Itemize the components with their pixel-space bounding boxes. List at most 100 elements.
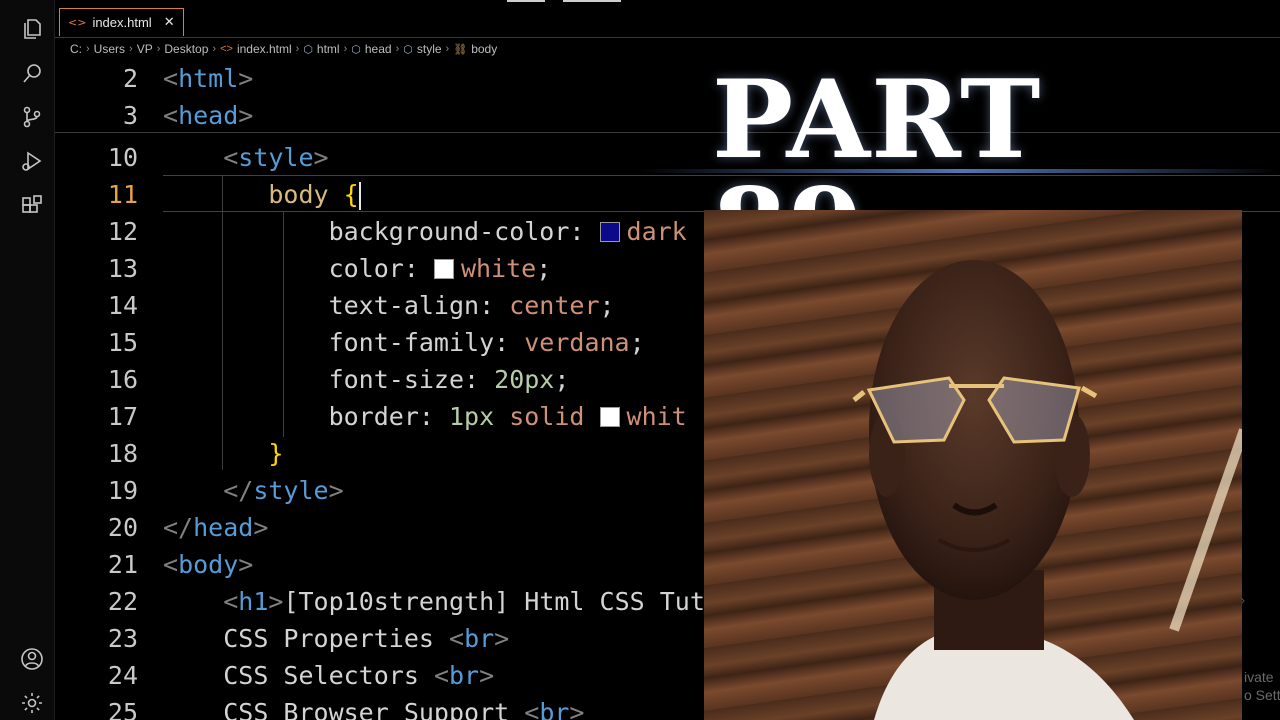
line-number: 2 (122, 64, 138, 93)
chevron-right-icon[interactable]: › (1240, 593, 1246, 609)
color-swatch[interactable] (599, 407, 620, 427)
code-text: <body> (163, 550, 253, 579)
chevron-right-icon: › (86, 43, 90, 55)
code-token: > (238, 101, 254, 130)
code-token: ; (599, 291, 615, 320)
code-text: font-family: verdana; (163, 328, 645, 357)
run-debug-icon[interactable] (19, 148, 45, 174)
tab-index-html[interactable]: <> index.html ✕ (59, 8, 184, 36)
search-icon[interactable] (19, 60, 45, 86)
code-text: <h1>[Top10strength] Html CSS Tut (163, 587, 705, 616)
tab-label: index.html (92, 15, 152, 30)
breadcrumb-item-head[interactable]: head (365, 42, 392, 56)
code-token: font-family: (328, 328, 525, 357)
code-token: CSS Properties (223, 624, 449, 653)
html-file-icon: <> (220, 43, 233, 55)
line-number: 25 (107, 698, 138, 720)
line-number: 20 (107, 513, 138, 542)
code-token: < (223, 143, 239, 172)
line-number: 11 (107, 180, 138, 209)
code-token: > (479, 661, 495, 690)
code-token: whit (626, 402, 687, 431)
code-token: CSS Browser Support (223, 698, 525, 720)
code-token: body (178, 550, 239, 579)
breadcrumb-item-drive[interactable]: C: (70, 42, 82, 56)
code-text: CSS Selectors <br> (163, 661, 494, 690)
code-token: body (268, 179, 329, 209)
chevron-right-icon: › (445, 43, 450, 55)
code-token: border: (328, 402, 449, 431)
source-control-icon[interactable] (19, 104, 45, 130)
code-token: 1px (449, 402, 495, 431)
watermark-line: o Setti (1244, 687, 1280, 703)
line-number: 21 (107, 550, 138, 579)
code-token: { (343, 179, 359, 209)
breadcrumb-item-vp[interactable]: VP (137, 42, 153, 56)
code-token: style (253, 476, 329, 505)
text-cursor (358, 181, 361, 210)
breadcrumb-item-body[interactable]: body (471, 42, 497, 56)
tab-bar: <> index.html ✕ (55, 0, 1280, 38)
code-token: white (460, 254, 537, 283)
breadcrumb-item-users[interactable]: Users (94, 42, 125, 56)
menu-fragment (563, 0, 621, 2)
code-token: > (569, 698, 585, 720)
element-icon: ⬡ (403, 43, 413, 56)
code-text: <style> (163, 143, 328, 172)
breadcrumb-item-style[interactable]: style (417, 42, 442, 56)
line-number: 23 (107, 624, 138, 653)
code-text: } (163, 439, 283, 468)
close-icon[interactable]: ✕ (164, 15, 175, 30)
chevron-right-icon: › (395, 43, 400, 55)
code-text: font-size: 20px; (163, 365, 570, 394)
code-token: center (509, 291, 600, 320)
color-swatch[interactable] (599, 222, 620, 242)
account-icon[interactable] (19, 646, 45, 672)
line-number: 19 (107, 476, 138, 505)
code-token: CSS Selectors (223, 661, 434, 690)
code-text: text-align: center; (163, 291, 615, 320)
extensions-icon[interactable] (19, 193, 45, 219)
settings-icon[interactable] (19, 690, 45, 716)
line-number: 22 (107, 587, 138, 616)
code-text: </style> (163, 476, 344, 505)
breadcrumb: C: › Users › VP › Desktop › <> index.htm… (55, 38, 1280, 60)
breadcrumb-item-file[interactable]: index.html (237, 42, 292, 56)
code-token: background-color: (328, 217, 600, 246)
chevron-right-icon: › (295, 43, 300, 55)
line-number: 17 (107, 402, 138, 431)
code-token: color: (328, 254, 434, 283)
line-number: 12 (107, 217, 138, 246)
breadcrumb-item-html[interactable]: html (317, 42, 340, 56)
code-token: </ (163, 513, 194, 542)
line-number: 10 (107, 143, 138, 172)
line-number: 13 (107, 254, 138, 283)
code-token: br (464, 624, 495, 653)
code-text: </head> (163, 513, 268, 542)
code-text: <head> (163, 101, 253, 130)
line-number: 18 (107, 439, 138, 468)
explorer-icon[interactable] (19, 16, 45, 42)
breadcrumb-item-desktop[interactable]: Desktop (164, 42, 208, 56)
chevron-right-icon: › (212, 43, 217, 55)
code-token: font-size: (328, 365, 495, 394)
presenter-photo (852, 260, 1242, 720)
code-token: > (328, 476, 344, 505)
code-token: h1 (238, 587, 269, 616)
element-icon: ⬡ (303, 43, 313, 56)
color-swatch[interactable] (433, 259, 454, 279)
code-token: < (223, 587, 239, 616)
chevron-right-icon: › (156, 43, 161, 55)
